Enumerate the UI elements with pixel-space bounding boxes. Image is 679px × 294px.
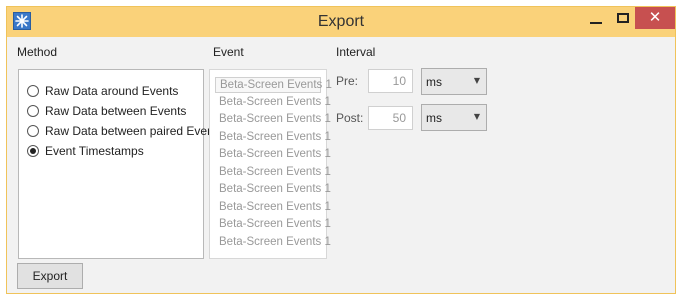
minimize-icon [590, 22, 602, 24]
pre-unit-select[interactable]: ms ▼ [421, 68, 487, 95]
chevron-down-icon: ▼ [473, 76, 480, 85]
post-input[interactable]: 50 [368, 106, 413, 130]
chevron-down-icon: ▼ [473, 112, 480, 121]
pre-unit-value: ms [426, 75, 442, 89]
event-list[interactable]: Beta-Screen Events 1 Beta-Screen Events … [209, 69, 332, 259]
method-group: Raw Data around Events Raw Data between … [18, 69, 223, 259]
maximize-icon [617, 13, 629, 23]
close-button[interactable]: ✕ [635, 7, 675, 29]
pre-label: Pre: [336, 74, 359, 88]
method-option-label: Raw Data between paired Events [45, 124, 224, 138]
method-option-raw-between[interactable]: Raw Data between Events [27, 103, 186, 119]
event-label: Event [213, 45, 244, 59]
event-item[interactable]: Beta-Screen Events 1 [215, 217, 331, 233]
method-option-label: Event Timestamps [45, 144, 144, 158]
radio-button[interactable] [27, 125, 39, 137]
method-label: Method [17, 45, 58, 59]
event-item[interactable]: Beta-Screen Events 1 [215, 95, 331, 111]
post-unit-value: ms [426, 111, 442, 125]
method-option-label: Raw Data between Events [45, 104, 187, 118]
method-option-raw-paired[interactable]: Raw Data between paired Events [27, 123, 223, 139]
event-item[interactable]: Beta-Screen Events 1 [215, 130, 331, 146]
close-icon: ✕ [648, 8, 662, 26]
post-label: Post: [336, 111, 364, 125]
event-item[interactable]: Beta-Screen Events 1 [215, 165, 331, 181]
maximize-button[interactable] [611, 9, 635, 31]
method-option-label: Raw Data around Events [45, 84, 179, 98]
method-option-raw-around[interactable]: Raw Data around Events [27, 83, 178, 99]
event-item[interactable]: Beta-Screen Events 1 [215, 200, 331, 216]
radio-button[interactable] [27, 85, 39, 97]
method-option-timestamps[interactable]: Event Timestamps [27, 143, 144, 159]
pre-input[interactable]: 10 [368, 69, 413, 93]
interval-label: Interval [336, 45, 376, 59]
event-item[interactable]: Beta-Screen Events 1 [215, 147, 331, 163]
radio-button-selected[interactable] [27, 145, 39, 157]
export-button[interactable]: Export [17, 263, 83, 289]
event-item[interactable]: Beta-Screen Events 1 [215, 182, 331, 198]
event-item[interactable]: Beta-Screen Events 1 [215, 235, 331, 251]
event-item[interactable]: Beta-Screen Events 1 [215, 112, 331, 128]
title-bar[interactable]: Export ✕ [7, 7, 675, 37]
export-dialog: Export ✕ Method Raw Data around Events R… [6, 6, 676, 294]
post-unit-select[interactable]: ms ▼ [421, 104, 487, 131]
minimize-button[interactable] [584, 9, 608, 31]
event-item[interactable]: Beta-Screen Events 1 [215, 77, 332, 93]
window-title: Export [317, 13, 365, 30]
radio-button[interactable] [27, 105, 39, 117]
